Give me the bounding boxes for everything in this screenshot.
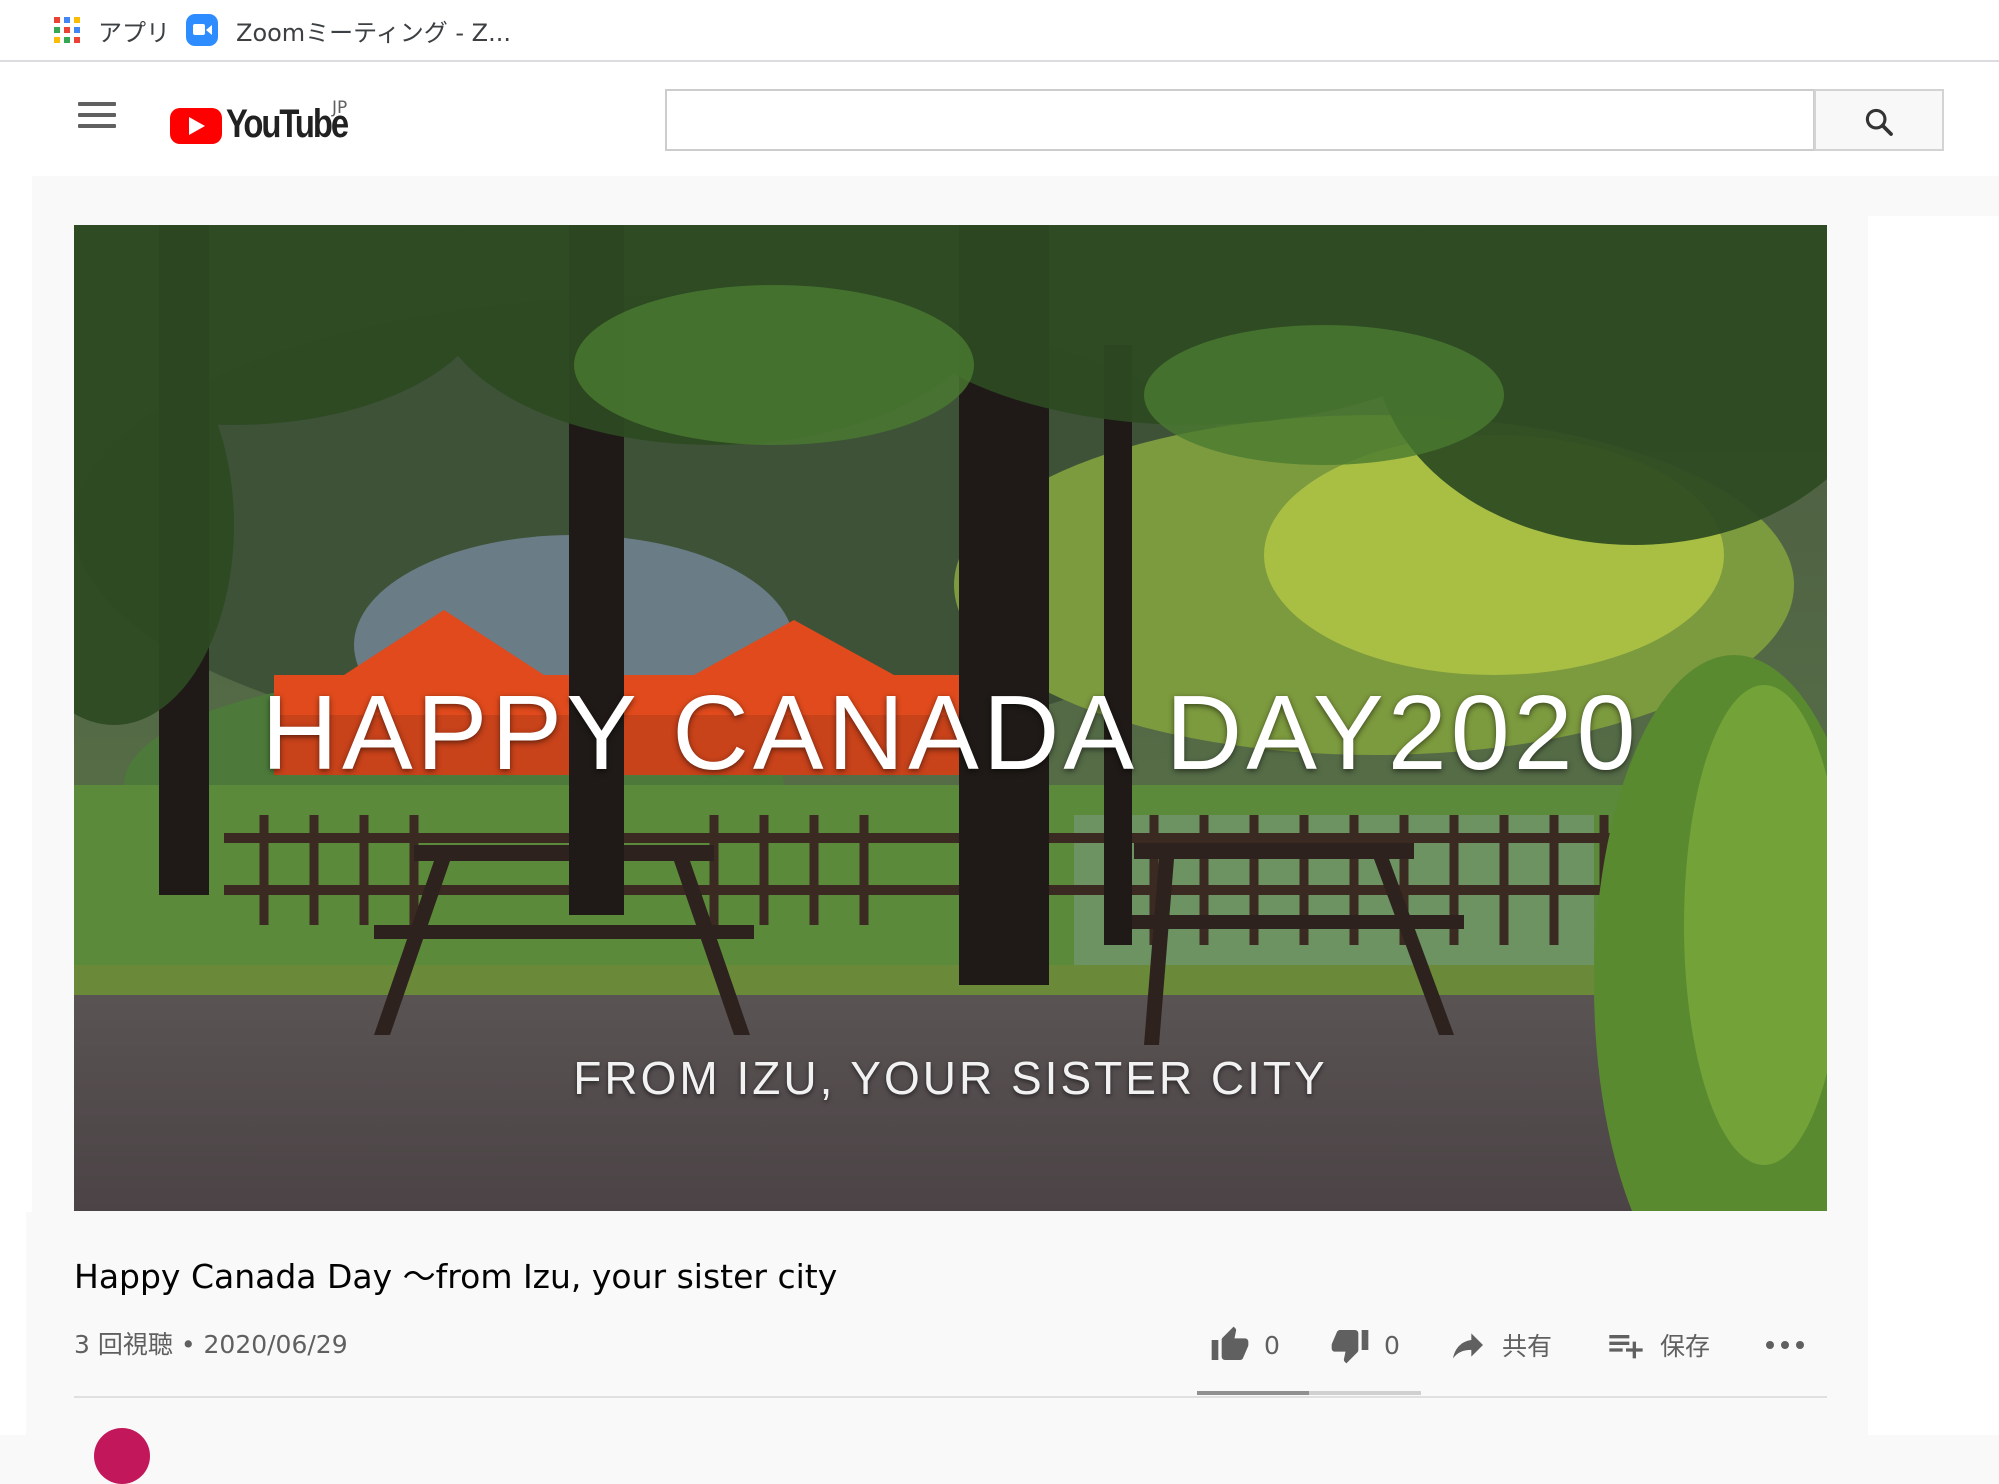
left-margin xyxy=(0,62,32,1212)
logo-text: YouTube xyxy=(226,102,349,146)
video-player[interactable]: HAPPY CANADA DAY2020 FROM IZU, YOUR SIST… xyxy=(74,225,1827,1211)
thumbs-up-icon xyxy=(1210,1325,1250,1365)
youtube-play-icon xyxy=(170,108,222,144)
like-button[interactable]: 0 xyxy=(1210,1322,1280,1368)
video-title: Happy Canada Day ～from Izu, your sister … xyxy=(74,1257,838,1296)
thumbs-down-icon xyxy=(1330,1325,1370,1365)
video-overlay-title: HAPPY CANADA DAY2020 xyxy=(261,674,1640,792)
save-button[interactable]: 保存 xyxy=(1606,1322,1710,1368)
right-column xyxy=(1868,216,1999,1435)
bookmark-apps[interactable]: アプリ xyxy=(54,0,170,60)
hamburger-icon[interactable] xyxy=(78,102,116,132)
dislike-count: 0 xyxy=(1384,1330,1400,1360)
apps-grid-icon xyxy=(54,17,80,43)
action-bar: 0 0 共有 保存 xyxy=(0,1322,1999,1372)
more-horiz-icon xyxy=(1766,1341,1804,1349)
dislike-button[interactable]: 0 xyxy=(1330,1322,1400,1368)
share-label: 共有 xyxy=(1502,1332,1553,1361)
channel-avatar[interactable] xyxy=(94,1428,150,1484)
info-divider xyxy=(74,1396,1827,1398)
bookmarks-bar: アプリ Zoomミーティング - Z... xyxy=(0,0,1999,62)
more-actions-button[interactable] xyxy=(1766,1322,1804,1368)
zoom-camera-icon xyxy=(186,14,218,46)
playlist-add-icon xyxy=(1606,1325,1646,1365)
search-icon xyxy=(1865,108,1893,136)
like-count: 0 xyxy=(1264,1330,1280,1360)
search-button[interactable] xyxy=(1814,89,1944,151)
share-button[interactable]: 共有 xyxy=(1448,1322,1552,1368)
video-overlay-subtitle: FROM IZU, YOUR SISTER CITY xyxy=(573,1052,1328,1104)
sentiment-bar-like xyxy=(1197,1391,1309,1395)
bookmark-zoom[interactable]: Zoomミーティング - Z... xyxy=(186,0,511,60)
bookmark-apps-label: アプリ xyxy=(98,18,170,47)
search-input[interactable] xyxy=(665,89,1815,151)
share-arrow-icon xyxy=(1448,1325,1488,1365)
sentiment-bar-dislike xyxy=(1309,1391,1421,1395)
country-code: JP xyxy=(332,98,348,118)
bookmark-zoom-label: Zoomミーティング - Z... xyxy=(236,18,511,47)
save-label: 保存 xyxy=(1660,1332,1711,1361)
masthead: YouTube JP xyxy=(32,62,1999,176)
